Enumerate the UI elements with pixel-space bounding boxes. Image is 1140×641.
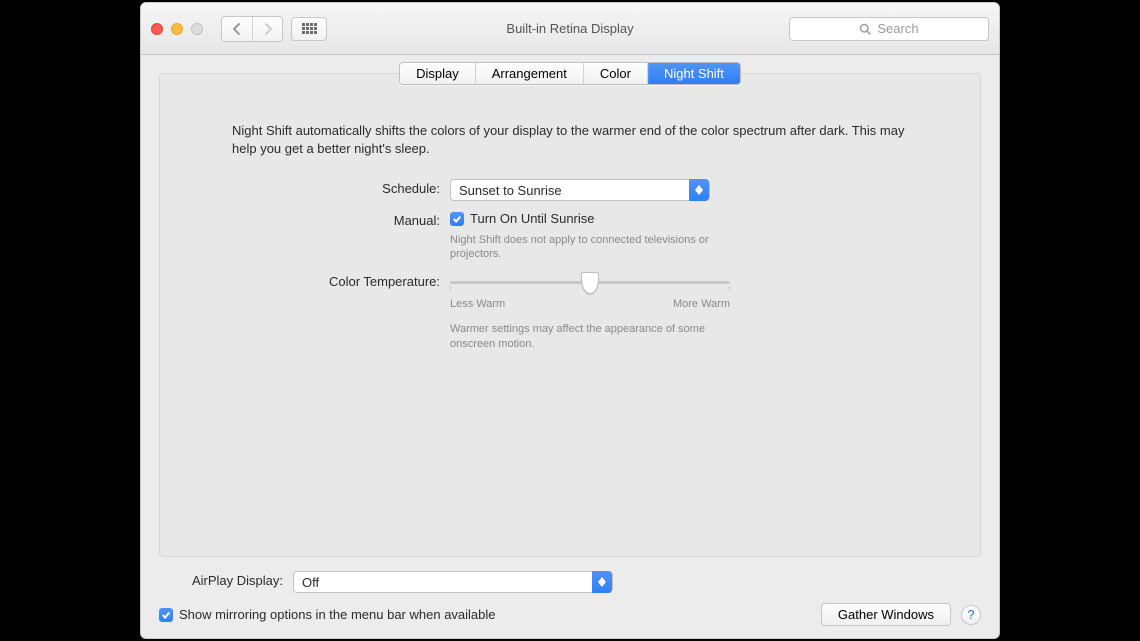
traffic-lights bbox=[151, 23, 203, 35]
search-field[interactable]: Search bbox=[789, 17, 989, 41]
tab-display[interactable]: Display bbox=[400, 63, 475, 84]
slider-thumb[interactable] bbox=[581, 272, 599, 294]
tab-arrangement[interactable]: Arrangement bbox=[475, 63, 583, 84]
updown-arrows-icon bbox=[592, 571, 612, 593]
nav-back-forward bbox=[221, 16, 283, 42]
slider-min-label: Less Warm bbox=[450, 298, 505, 310]
color-temp-slider[interactable] bbox=[450, 272, 730, 292]
footer: Show mirroring options in the menu bar w… bbox=[159, 603, 981, 626]
manual-row: Manual: Turn On Until Sunrise Night Shif… bbox=[160, 211, 980, 262]
airplay-row: AirPlay Display: Off bbox=[159, 571, 981, 593]
grid-icon bbox=[302, 23, 317, 34]
forward-button bbox=[252, 17, 282, 41]
schedule-value: Sunset to Sunrise bbox=[451, 183, 562, 198]
mirroring-checkbox[interactable]: Show mirroring options in the menu bar w… bbox=[159, 607, 496, 622]
schedule-label: Schedule: bbox=[160, 179, 450, 196]
window-body: Display Arrangement Color Night Shift Ni… bbox=[141, 55, 999, 638]
gather-windows-button[interactable]: Gather Windows bbox=[821, 603, 951, 626]
zoom-window-button bbox=[191, 23, 203, 35]
close-window-button[interactable] bbox=[151, 23, 163, 35]
manual-checkbox[interactable]: Turn On Until Sunrise bbox=[450, 211, 595, 226]
tab-night-shift[interactable]: Night Shift bbox=[647, 63, 740, 84]
airplay-label: AirPlay Display: bbox=[159, 571, 293, 588]
airplay-value: Off bbox=[294, 575, 319, 590]
search-placeholder: Search bbox=[877, 21, 918, 36]
color-temp-hint: Warmer settings may affect the appearanc… bbox=[450, 322, 730, 352]
help-button[interactable]: ? bbox=[961, 605, 981, 625]
mirroring-checkbox-label: Show mirroring options in the menu bar w… bbox=[179, 607, 496, 622]
manual-hint: Night Shift does not apply to connected … bbox=[450, 233, 740, 263]
color-temp-label: Color Temperature: bbox=[160, 272, 450, 289]
preferences-window: Built-in Retina Display Search Display A… bbox=[140, 2, 1000, 639]
schedule-select[interactable]: Sunset to Sunrise bbox=[450, 179, 710, 201]
tab-bar: Display Arrangement Color Night Shift bbox=[399, 62, 741, 85]
tab-color[interactable]: Color bbox=[583, 63, 647, 84]
bottom-area: AirPlay Display: Off Sho bbox=[159, 557, 981, 626]
checkbox-checked-icon bbox=[159, 608, 173, 622]
schedule-row: Schedule: Sunset to Sunrise bbox=[160, 179, 980, 201]
minimize-window-button[interactable] bbox=[171, 23, 183, 35]
slider-max-label: More Warm bbox=[673, 298, 730, 310]
search-icon bbox=[859, 23, 871, 35]
checkbox-checked-icon bbox=[450, 212, 464, 226]
back-button[interactable] bbox=[222, 17, 252, 41]
show-all-button[interactable] bbox=[291, 17, 327, 41]
night-shift-description: Night Shift automatically shifts the col… bbox=[232, 122, 908, 157]
manual-label: Manual: bbox=[160, 211, 450, 228]
manual-checkbox-label: Turn On Until Sunrise bbox=[470, 211, 595, 226]
airplay-select[interactable]: Off bbox=[293, 571, 613, 593]
settings-panel: Display Arrangement Color Night Shift Ni… bbox=[159, 73, 981, 557]
color-temp-row: Color Temperature: Less Warm More Warm bbox=[160, 272, 980, 352]
titlebar: Built-in Retina Display Search bbox=[141, 3, 999, 55]
updown-arrows-icon bbox=[689, 179, 709, 201]
